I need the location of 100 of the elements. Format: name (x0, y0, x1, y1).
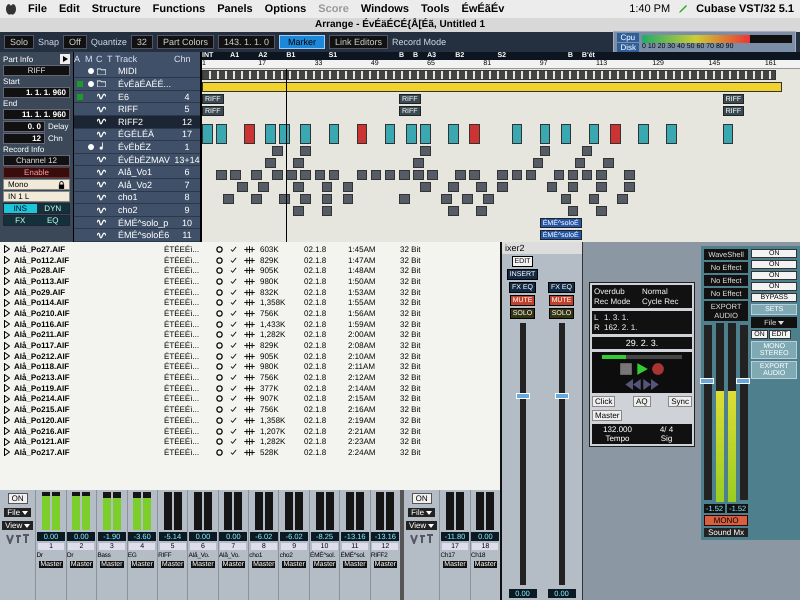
audio-part[interactable] (398, 194, 410, 204)
audio-part[interactable] (314, 170, 326, 180)
menu-item[interactable]: ÉwÉãÉv (462, 3, 504, 15)
file-name[interactable]: AIå_Po112.AIF (14, 256, 164, 265)
mono-button[interactable]: MONO (704, 515, 748, 526)
track-row[interactable]: cho1 8 (74, 192, 200, 204)
audio-part[interactable] (582, 170, 592, 180)
fader-handle[interactable] (516, 393, 530, 400)
file-name[interactable]: AIå_Po210.AIF (14, 308, 164, 318)
audio-part[interactable] (596, 206, 607, 216)
dyn-button[interactable]: DYN (36, 204, 69, 213)
channel-field[interactable]: 12 (3, 133, 45, 144)
eq-button[interactable]: EQ (36, 216, 69, 225)
tempo-value[interactable]: 132.000 (593, 425, 642, 434)
fader-handle[interactable] (736, 378, 750, 384)
application-menu[interactable]: Cubase VST/32 5.1 (696, 3, 794, 15)
view-dropdown[interactable]: View (406, 521, 438, 530)
track-row[interactable]: AIå_Vo2 7 (74, 179, 200, 192)
play-arrow-icon[interactable] (60, 54, 70, 64)
audio-part[interactable] (722, 124, 734, 144)
audio-part[interactable] (497, 170, 508, 180)
file-name[interactable]: AIå_Po116.AIF (14, 320, 164, 329)
sync-button[interactable]: Sync (668, 396, 692, 407)
audio-part[interactable] (596, 170, 607, 180)
view-dropdown[interactable]: View (2, 521, 34, 530)
mute-dot[interactable] (88, 80, 94, 87)
audio-part[interactable] (638, 124, 649, 144)
part-name-field[interactable]: RIFF (3, 65, 70, 76)
file-name[interactable]: AIå_Po28.AIF (14, 266, 164, 276)
click-button[interactable]: Click (592, 396, 616, 407)
track-row[interactable]: ÉvÉbÉZMAV 13+14 (74, 154, 200, 166)
file-dropdown[interactable]: File (4, 508, 32, 517)
audio-part[interactable] (588, 194, 600, 204)
menu-item[interactable]: Tools (421, 3, 450, 15)
audio-part[interactable] (322, 182, 332, 192)
solo-button[interactable]: Solo (4, 35, 34, 49)
audio-part[interactable] (356, 170, 368, 180)
audio-part[interactable] (540, 124, 550, 144)
menu-item[interactable]: Functions (152, 3, 206, 15)
quantize-dropdown[interactable]: 32 (130, 35, 153, 49)
menu-item[interactable]: Panels (217, 3, 253, 15)
play-button[interactable] (635, 362, 649, 376)
audio-part[interactable] (279, 124, 290, 144)
part-colors-dropdown[interactable]: Part Colors (156, 35, 214, 49)
file-name[interactable]: AIå_Po27.AIF (14, 244, 164, 254)
menu-item[interactable]: File (28, 3, 47, 15)
track-row[interactable]: AIå_Vo1 6 (74, 166, 200, 180)
audio-part[interactable] (342, 194, 354, 204)
audio-part[interactable] (588, 124, 600, 144)
audio-part[interactable] (546, 182, 558, 192)
audio-part[interactable] (322, 206, 332, 216)
file-name[interactable]: AIå_Po120.AIF (14, 416, 164, 425)
audio-part[interactable] (356, 124, 368, 144)
fader-handle[interactable] (700, 378, 714, 384)
audio-part[interactable] (370, 170, 382, 180)
menu-item[interactable]: Windows (360, 3, 409, 15)
link-editors-button[interactable]: Link Editors (329, 35, 388, 49)
audio-part[interactable] (596, 182, 607, 192)
long-audio-part[interactable] (202, 82, 782, 92)
menu-item[interactable]: Options (264, 3, 306, 15)
audio-part[interactable] (666, 124, 677, 144)
menu-item[interactable]: Edit (58, 3, 80, 15)
mono-button[interactable]: Mono (3, 179, 70, 190)
menu-item[interactable]: Structure (92, 3, 141, 15)
file-name[interactable]: AIå_Po212.AIF (14, 352, 164, 361)
song-position[interactable]: 29. 2. 3. (592, 337, 692, 349)
audio-part[interactable] (342, 182, 354, 192)
mute-dot[interactable] (88, 68, 94, 74)
audio-part[interactable] (265, 124, 276, 144)
file-name[interactable]: AIå_Po114.AIF (14, 298, 164, 308)
start-field[interactable]: 1. 1. 1. 960 (3, 87, 70, 98)
on-button[interactable]: ON (412, 493, 432, 504)
audio-part[interactable] (526, 170, 536, 180)
mute-dot[interactable] (88, 144, 94, 150)
audio-part[interactable] (560, 124, 572, 144)
audio-part[interactable] (216, 124, 227, 144)
audio-part[interactable] (420, 124, 431, 144)
audio-part[interactable] (512, 170, 522, 180)
file-name[interactable]: AIå_Po29.AIF (14, 288, 164, 297)
audio-part[interactable] (300, 194, 312, 204)
audio-part[interactable] (322, 194, 332, 204)
fader-handle[interactable] (554, 393, 568, 400)
audio-part[interactable] (448, 124, 459, 144)
track-row[interactable]: E6 4 (74, 90, 200, 104)
left-locator[interactable]: 1. 3. 1. (604, 313, 690, 322)
audio-part[interactable] (560, 194, 572, 204)
enable-button[interactable]: Enable (3, 167, 70, 178)
fx-button[interactable]: FX (4, 216, 36, 225)
track-row[interactable]: ÉGÉLÉÄ 17 (74, 128, 200, 142)
delay-field[interactable]: 0. 0 (3, 121, 45, 132)
file-name[interactable]: AIå_Po213.AIF (14, 373, 164, 382)
end-field[interactable]: 11. 1. 1. 960 (3, 109, 70, 120)
file-name[interactable]: AIå_Po217.AIF (14, 448, 164, 457)
marker-button[interactable]: Marker (279, 35, 326, 49)
file-dropdown[interactable]: File (408, 508, 436, 517)
position-display[interactable]: 143. 1. 1. 0 (218, 35, 275, 49)
audio-part[interactable] (398, 170, 410, 180)
output-dropdown[interactable]: Sound Mx (704, 528, 748, 537)
file-name[interactable]: AIå_Po113.AIF (14, 276, 164, 286)
file-name[interactable]: AIå_Po215.AIF (14, 405, 164, 414)
